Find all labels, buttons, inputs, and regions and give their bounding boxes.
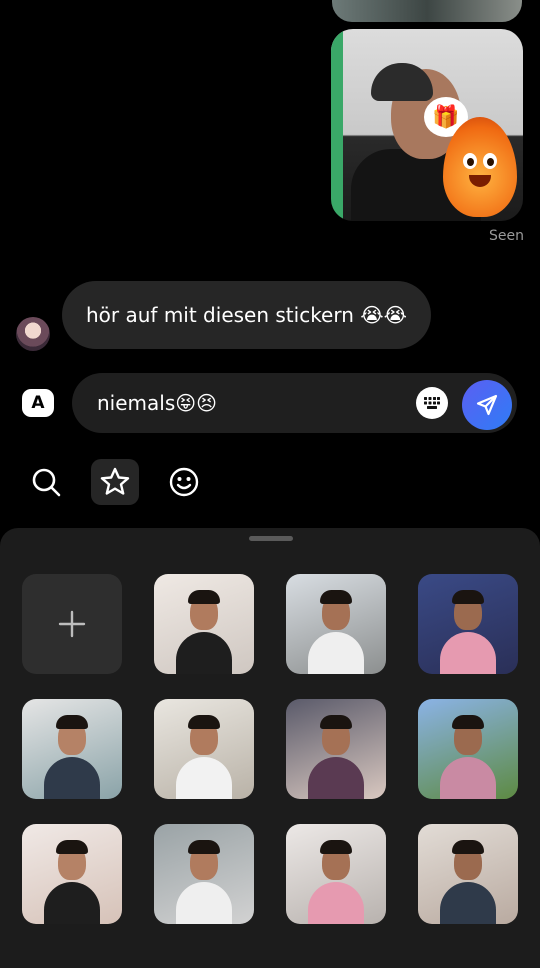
received-message-text: hör auf mit diesen stickern 😭😭 (86, 303, 408, 327)
tab-emoji[interactable] (160, 459, 208, 505)
sticker-person-body (176, 757, 232, 799)
sheet-drag-handle[interactable] (249, 536, 293, 541)
sticker-person-body (440, 632, 496, 674)
smiley-icon (169, 467, 199, 497)
sticker-person-body (308, 882, 364, 924)
tab-search[interactable] (22, 459, 70, 505)
flame-character-sticker (443, 117, 517, 217)
sticker-person-hair (188, 715, 220, 729)
keyboard-icon[interactable] (416, 387, 448, 419)
sticker-tile[interactable] (154, 574, 254, 674)
sticker-person-body (176, 632, 232, 674)
flame-eye (463, 153, 477, 169)
previous-media-message[interactable] (332, 0, 522, 22)
flame-eye (483, 153, 497, 169)
sticker-person-hair (320, 840, 352, 854)
sticker-tile[interactable] (22, 824, 122, 924)
sticker-person-hair (188, 840, 220, 854)
sticker-person-hair (188, 590, 220, 604)
sticker-tile[interactable] (22, 699, 122, 799)
sticker-tile[interactable] (154, 699, 254, 799)
received-message-bubble[interactable]: hör auf mit diesen stickern 😭😭 (62, 281, 432, 349)
sticker-person-body (44, 882, 100, 924)
keyboard-switch-A-icon[interactable]: A (22, 389, 54, 417)
sticker-person-hair (452, 840, 484, 854)
sticker-tile[interactable] (418, 574, 518, 674)
send-button[interactable] (462, 380, 512, 430)
paper-plane-icon (476, 394, 498, 416)
seen-status: Seen (489, 228, 524, 244)
star-icon (100, 467, 130, 495)
sticker-person-hair (320, 590, 352, 604)
sticker-person-hair (320, 715, 352, 729)
sticker-person-body (176, 882, 232, 924)
sticker-person-hair (452, 590, 484, 604)
sent-photo-sticker-message[interactable]: 🎁 (331, 29, 523, 221)
sticker-tile[interactable] (418, 824, 518, 924)
photo-background (331, 29, 343, 221)
sticker-tile[interactable] (286, 699, 386, 799)
sticker-person-body (440, 882, 496, 924)
sticker-person-hair (452, 715, 484, 729)
plus-icon (58, 610, 86, 638)
sticker-person-body (440, 757, 496, 799)
search-icon (32, 468, 61, 497)
sticker-tile[interactable] (154, 824, 254, 924)
tab-favorites[interactable] (91, 459, 139, 505)
sticker-person-hair (56, 840, 88, 854)
sticker-person-body (308, 757, 364, 799)
sticker-tile[interactable] (286, 824, 386, 924)
sender-avatar[interactable] (16, 317, 50, 351)
sticker-person-body (44, 757, 100, 799)
add-sticker-button[interactable] (22, 574, 122, 674)
sticker-tile[interactable] (286, 574, 386, 674)
sticker-tile[interactable] (418, 699, 518, 799)
flame-mouth (469, 175, 491, 187)
sticker-person-hair (56, 715, 88, 729)
sticker-person-body (308, 632, 364, 674)
message-input[interactable]: niemals😝😣 (97, 386, 217, 420)
